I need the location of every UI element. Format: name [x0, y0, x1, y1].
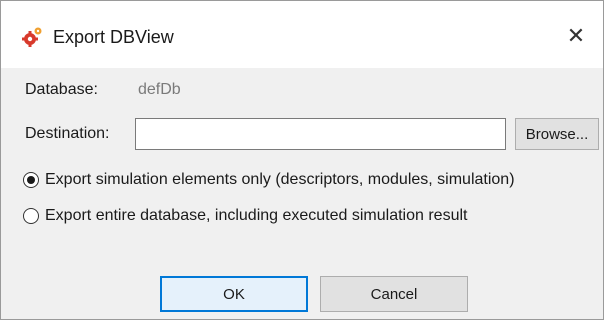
destination-input[interactable]: [135, 118, 506, 150]
close-icon[interactable]: ✕: [561, 21, 591, 51]
browse-button[interactable]: Browse...: [515, 118, 599, 150]
radio-selected-indicator[interactable]: [23, 172, 39, 188]
radio-label-entire-database: Export entire database, including execut…: [45, 207, 468, 224]
title-bar: Export DBView ✕: [1, 1, 603, 68]
radio-export-entire-database[interactable]: Export entire database, including execut…: [23, 204, 467, 228]
radio-label-simulation-only: Export simulation elements only (descrip…: [45, 171, 515, 188]
gear-icon: [22, 26, 44, 48]
window-title: Export DBView: [53, 27, 174, 47]
destination-label: Destination:: [25, 125, 110, 142]
ok-button[interactable]: OK: [160, 276, 308, 312]
radio-export-simulation-only[interactable]: Export simulation elements only (descrip…: [23, 168, 515, 192]
database-label: Database:: [25, 81, 98, 98]
cancel-button[interactable]: Cancel: [320, 276, 468, 312]
export-dbview-dialog: Export DBView ✕ Database: defDb Destinat…: [0, 0, 604, 320]
database-value: defDb: [138, 81, 181, 98]
radio-unselected-indicator[interactable]: [23, 208, 39, 224]
